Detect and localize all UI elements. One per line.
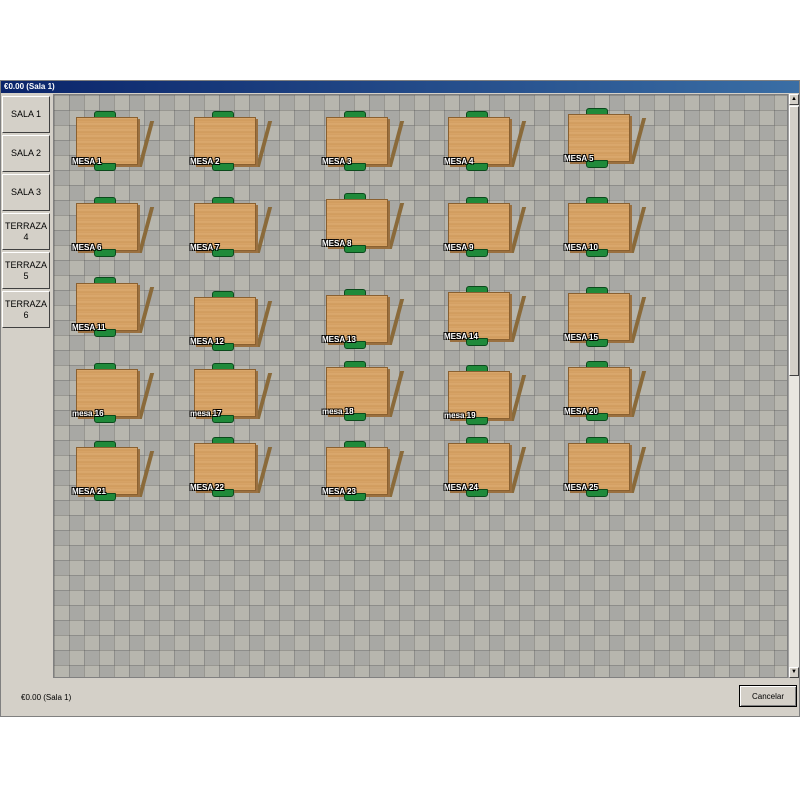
table-label: mesa 18 (322, 407, 354, 416)
table-mesa-24[interactable]: MESA 24 (444, 437, 527, 499)
table-mesa-6[interactable]: MESA 6 (72, 197, 155, 259)
table-label: MESA 25 (564, 483, 598, 492)
table-mesa-22[interactable]: MESA 22 (190, 437, 273, 499)
table-label: MESA 20 (564, 407, 598, 416)
table-mesa-16[interactable]: mesa 16 (72, 363, 155, 425)
table-mesa-25[interactable]: MESA 25 (564, 437, 647, 499)
table-label: MESA 24 (444, 483, 478, 492)
room-tab-sala-1[interactable]: SALA 1 (2, 96, 50, 133)
table-label: MESA 1 (72, 157, 102, 166)
room-tabs: SALA 1 SALA 2 SALA 3 TERRAZA 4 TERRAZA 5… (2, 96, 50, 330)
vertical-scrollbar[interactable]: ▲ ▼ (788, 94, 799, 678)
table-mesa-17[interactable]: mesa 17 (190, 363, 273, 425)
table-mesa-13[interactable]: MESA 13 (322, 289, 405, 351)
table-label: MESA 5 (564, 154, 594, 163)
table-label: MESA 4 (444, 157, 474, 166)
table-mesa-20[interactable]: MESA 20 (564, 361, 647, 423)
table-label: MESA 11 (72, 323, 106, 332)
table-label: mesa 19 (444, 411, 476, 420)
table-mesa-1[interactable]: MESA 1 (72, 111, 155, 173)
app-window: €0.00 (Sala 1) SALA 1 SALA 2 SALA 3 TERR… (0, 80, 800, 717)
table-label: mesa 17 (190, 409, 222, 418)
table-label: MESA 15 (564, 333, 598, 342)
room-tab-terraza-5[interactable]: TERRAZA 5 (2, 252, 50, 289)
table-mesa-11[interactable]: MESA 11 (72, 277, 155, 339)
table-mesa-23[interactable]: MESA 23 (322, 441, 405, 503)
table-label: MESA 12 (190, 337, 224, 346)
arrow-up-icon[interactable]: ▲ (789, 94, 799, 105)
table-mesa-21[interactable]: MESA 21 (72, 441, 155, 503)
table-label: MESA 10 (564, 243, 598, 252)
room-tab-terraza-6[interactable]: TERRAZA 6 (2, 291, 50, 328)
window-title: €0.00 (Sala 1) (1, 81, 799, 93)
table-mesa-5[interactable]: MESA 5 (564, 108, 647, 170)
room-tab-terraza-4[interactable]: TERRAZA 4 (2, 213, 50, 250)
table-mesa-4[interactable]: MESA 4 (444, 111, 527, 173)
table-mesa-8[interactable]: MESA 8 (322, 193, 405, 255)
table-mesa-10[interactable]: MESA 10 (564, 197, 647, 259)
cancel-button[interactable]: Cancelar (739, 685, 797, 707)
table-mesa-3[interactable]: MESA 3 (322, 111, 405, 173)
arrow-down-icon[interactable]: ▼ (789, 667, 799, 678)
table-mesa-2[interactable]: MESA 2 (190, 111, 273, 173)
table-mesa-12[interactable]: MESA 12 (190, 291, 273, 353)
table-label: MESA 6 (72, 243, 102, 252)
floor-plan: MESA 1 MESA 2 MESA 3 MESA 4 MESA 5 MESA 6 MESA… (53, 94, 788, 678)
table-label: MESA 23 (322, 487, 356, 496)
table-mesa-14[interactable]: MESA 14 (444, 286, 527, 348)
table-label: MESA 3 (322, 157, 352, 166)
table-mesa-19[interactable]: mesa 19 (444, 365, 527, 427)
table-mesa-7[interactable]: MESA 7 (190, 197, 273, 259)
table-mesa-18[interactable]: mesa 18 (322, 361, 405, 423)
table-label: mesa 16 (72, 409, 104, 418)
table-label: MESA 8 (322, 239, 352, 248)
room-tab-sala-2[interactable]: SALA 2 (2, 135, 50, 172)
scroll-thumb[interactable] (789, 106, 799, 376)
status-text: €0.00 (Sala 1) (21, 693, 72, 702)
table-mesa-15[interactable]: MESA 15 (564, 287, 647, 349)
room-tab-sala-3[interactable]: SALA 3 (2, 174, 50, 211)
table-mesa-9[interactable]: MESA 9 (444, 197, 527, 259)
table-label: MESA 7 (190, 243, 220, 252)
table-label: MESA 2 (190, 157, 220, 166)
table-label: MESA 22 (190, 483, 224, 492)
table-label: MESA 13 (322, 335, 356, 344)
table-label: MESA 14 (444, 332, 478, 341)
table-label: MESA 21 (72, 487, 106, 496)
table-label: MESA 9 (444, 243, 474, 252)
